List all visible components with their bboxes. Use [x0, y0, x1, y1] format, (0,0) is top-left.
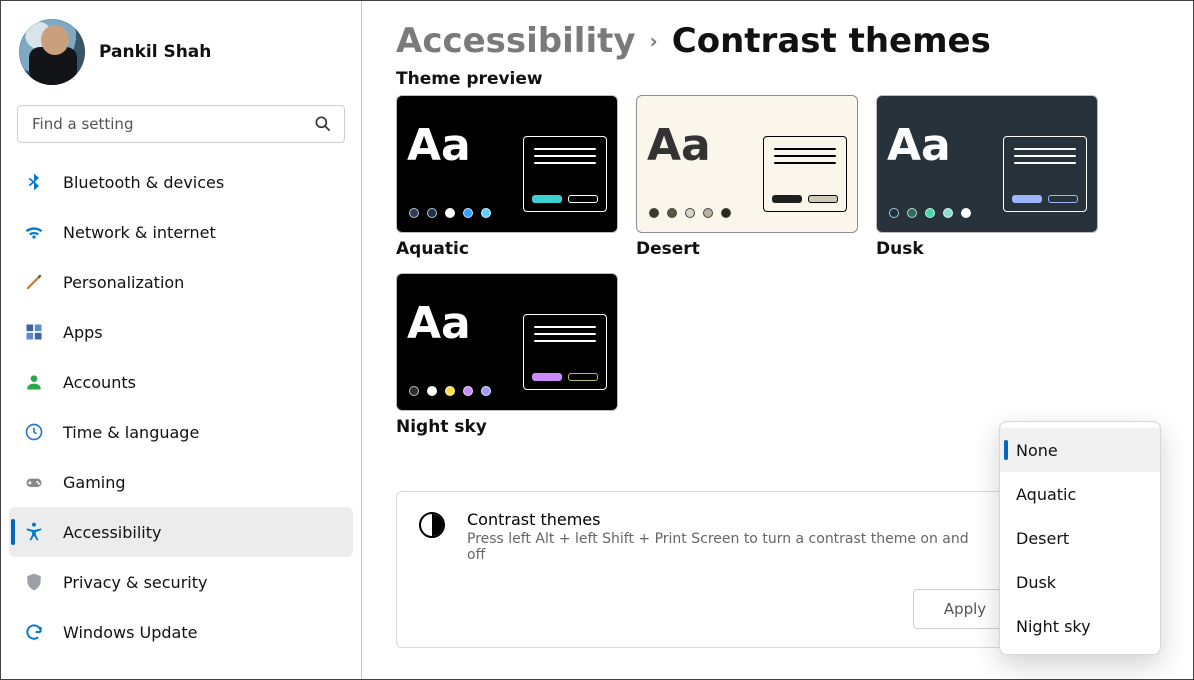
search-input[interactable] — [17, 105, 345, 143]
dropdown-option-aquatic[interactable]: Aquatic — [1000, 472, 1160, 516]
theme-preview: Aa — [396, 273, 618, 411]
nav-windows-update[interactable]: Windows Update — [9, 607, 353, 657]
theme-card-desert[interactable]: Aa Desert — [636, 95, 858, 259]
aa-sample: Aa — [887, 124, 951, 168]
aa-sample: Aa — [647, 124, 711, 168]
breadcrumb-current: Contrast themes — [672, 21, 991, 61]
mini-window — [763, 136, 847, 212]
bluetooth-icon — [23, 171, 45, 193]
theme-label: Night sky — [396, 417, 618, 437]
nav-gaming[interactable]: Gaming — [9, 457, 353, 507]
nav-label: Bluetooth & devices — [63, 173, 224, 192]
user-row[interactable]: Pankil Shah — [9, 11, 353, 99]
theme-card-dusk[interactable]: Aa Dusk — [876, 95, 1098, 259]
color-dots — [889, 208, 971, 218]
nav-label: Apps — [63, 323, 103, 342]
wifi-icon — [23, 221, 45, 243]
theme-grid: Aa Aquatic Aa Desert Aa Dusk — [396, 95, 1183, 259]
aa-sample: Aa — [407, 124, 471, 168]
sidebar: Pankil Shah Bluetooth & devices Network … — [1, 1, 361, 679]
dropdown-option-desert[interactable]: Desert — [1000, 516, 1160, 560]
theme-card-night-sky[interactable]: Aa Night sky — [396, 273, 618, 437]
aa-sample: Aa — [407, 302, 471, 346]
clock-icon — [23, 421, 45, 443]
color-dots — [409, 386, 491, 396]
search-icon — [313, 114, 333, 134]
card-desc: Press left Alt + left Shift + Print Scre… — [467, 531, 987, 563]
theme-label: Dusk — [876, 239, 1098, 259]
dropdown-option-dusk[interactable]: Dusk — [1000, 560, 1160, 604]
accessibility-icon — [23, 521, 45, 543]
nav-bluetooth[interactable]: Bluetooth & devices — [9, 157, 353, 207]
shield-icon — [23, 571, 45, 593]
color-dots — [649, 208, 731, 218]
card-title: Contrast themes — [467, 510, 987, 529]
dropdown-option-night-sky[interactable]: Night sky — [1000, 604, 1160, 648]
theme-label: Aquatic — [396, 239, 618, 259]
nav-accessibility[interactable]: Accessibility — [9, 507, 353, 557]
nav-privacy[interactable]: Privacy & security — [9, 557, 353, 607]
theme-card-aquatic[interactable]: Aa Aquatic — [396, 95, 618, 259]
breadcrumb-parent[interactable]: Accessibility — [396, 21, 636, 61]
refresh-icon — [23, 621, 45, 643]
apps-icon — [23, 321, 45, 343]
theme-grid-row2: Aa Night sky — [396, 273, 1183, 437]
section-label: Theme preview — [396, 69, 1183, 89]
mini-window — [523, 314, 607, 390]
nav-accounts[interactable]: Accounts — [9, 357, 353, 407]
theme-preview: Aa — [636, 95, 858, 233]
search-wrap — [17, 105, 345, 143]
dropdown-option-none[interactable]: None — [1000, 428, 1160, 472]
mini-window — [523, 136, 607, 212]
nav-label: Accessibility — [63, 523, 161, 542]
chevron-right-icon: › — [650, 29, 658, 53]
nav-label: Accounts — [63, 373, 136, 392]
person-icon — [23, 371, 45, 393]
nav-personalization[interactable]: Personalization — [9, 257, 353, 307]
nav-label: Gaming — [63, 473, 126, 492]
gamepad-icon — [23, 471, 45, 493]
brush-icon — [23, 271, 45, 293]
theme-preview: Aa — [396, 95, 618, 233]
nav-label: Privacy & security — [63, 573, 207, 592]
color-dots — [409, 208, 491, 218]
nav-network[interactable]: Network & internet — [9, 207, 353, 257]
avatar — [19, 19, 85, 85]
nav-time-language[interactable]: Time & language — [9, 407, 353, 457]
theme-label: Desert — [636, 239, 858, 259]
nav-label: Windows Update — [63, 623, 197, 642]
nav-label: Network & internet — [63, 223, 216, 242]
contrast-icon — [419, 512, 445, 538]
nav-label: Time & language — [63, 423, 199, 442]
user-name: Pankil Shah — [99, 42, 211, 62]
theme-dropdown[interactable]: None Aquatic Desert Dusk Night sky — [999, 421, 1161, 655]
breadcrumb: Accessibility › Contrast themes — [396, 21, 1183, 61]
nav: Bluetooth & devices Network & internet P… — [9, 157, 353, 657]
mini-window — [1003, 136, 1087, 212]
theme-preview: Aa — [876, 95, 1098, 233]
nav-label: Personalization — [63, 273, 184, 292]
nav-apps[interactable]: Apps — [9, 307, 353, 357]
